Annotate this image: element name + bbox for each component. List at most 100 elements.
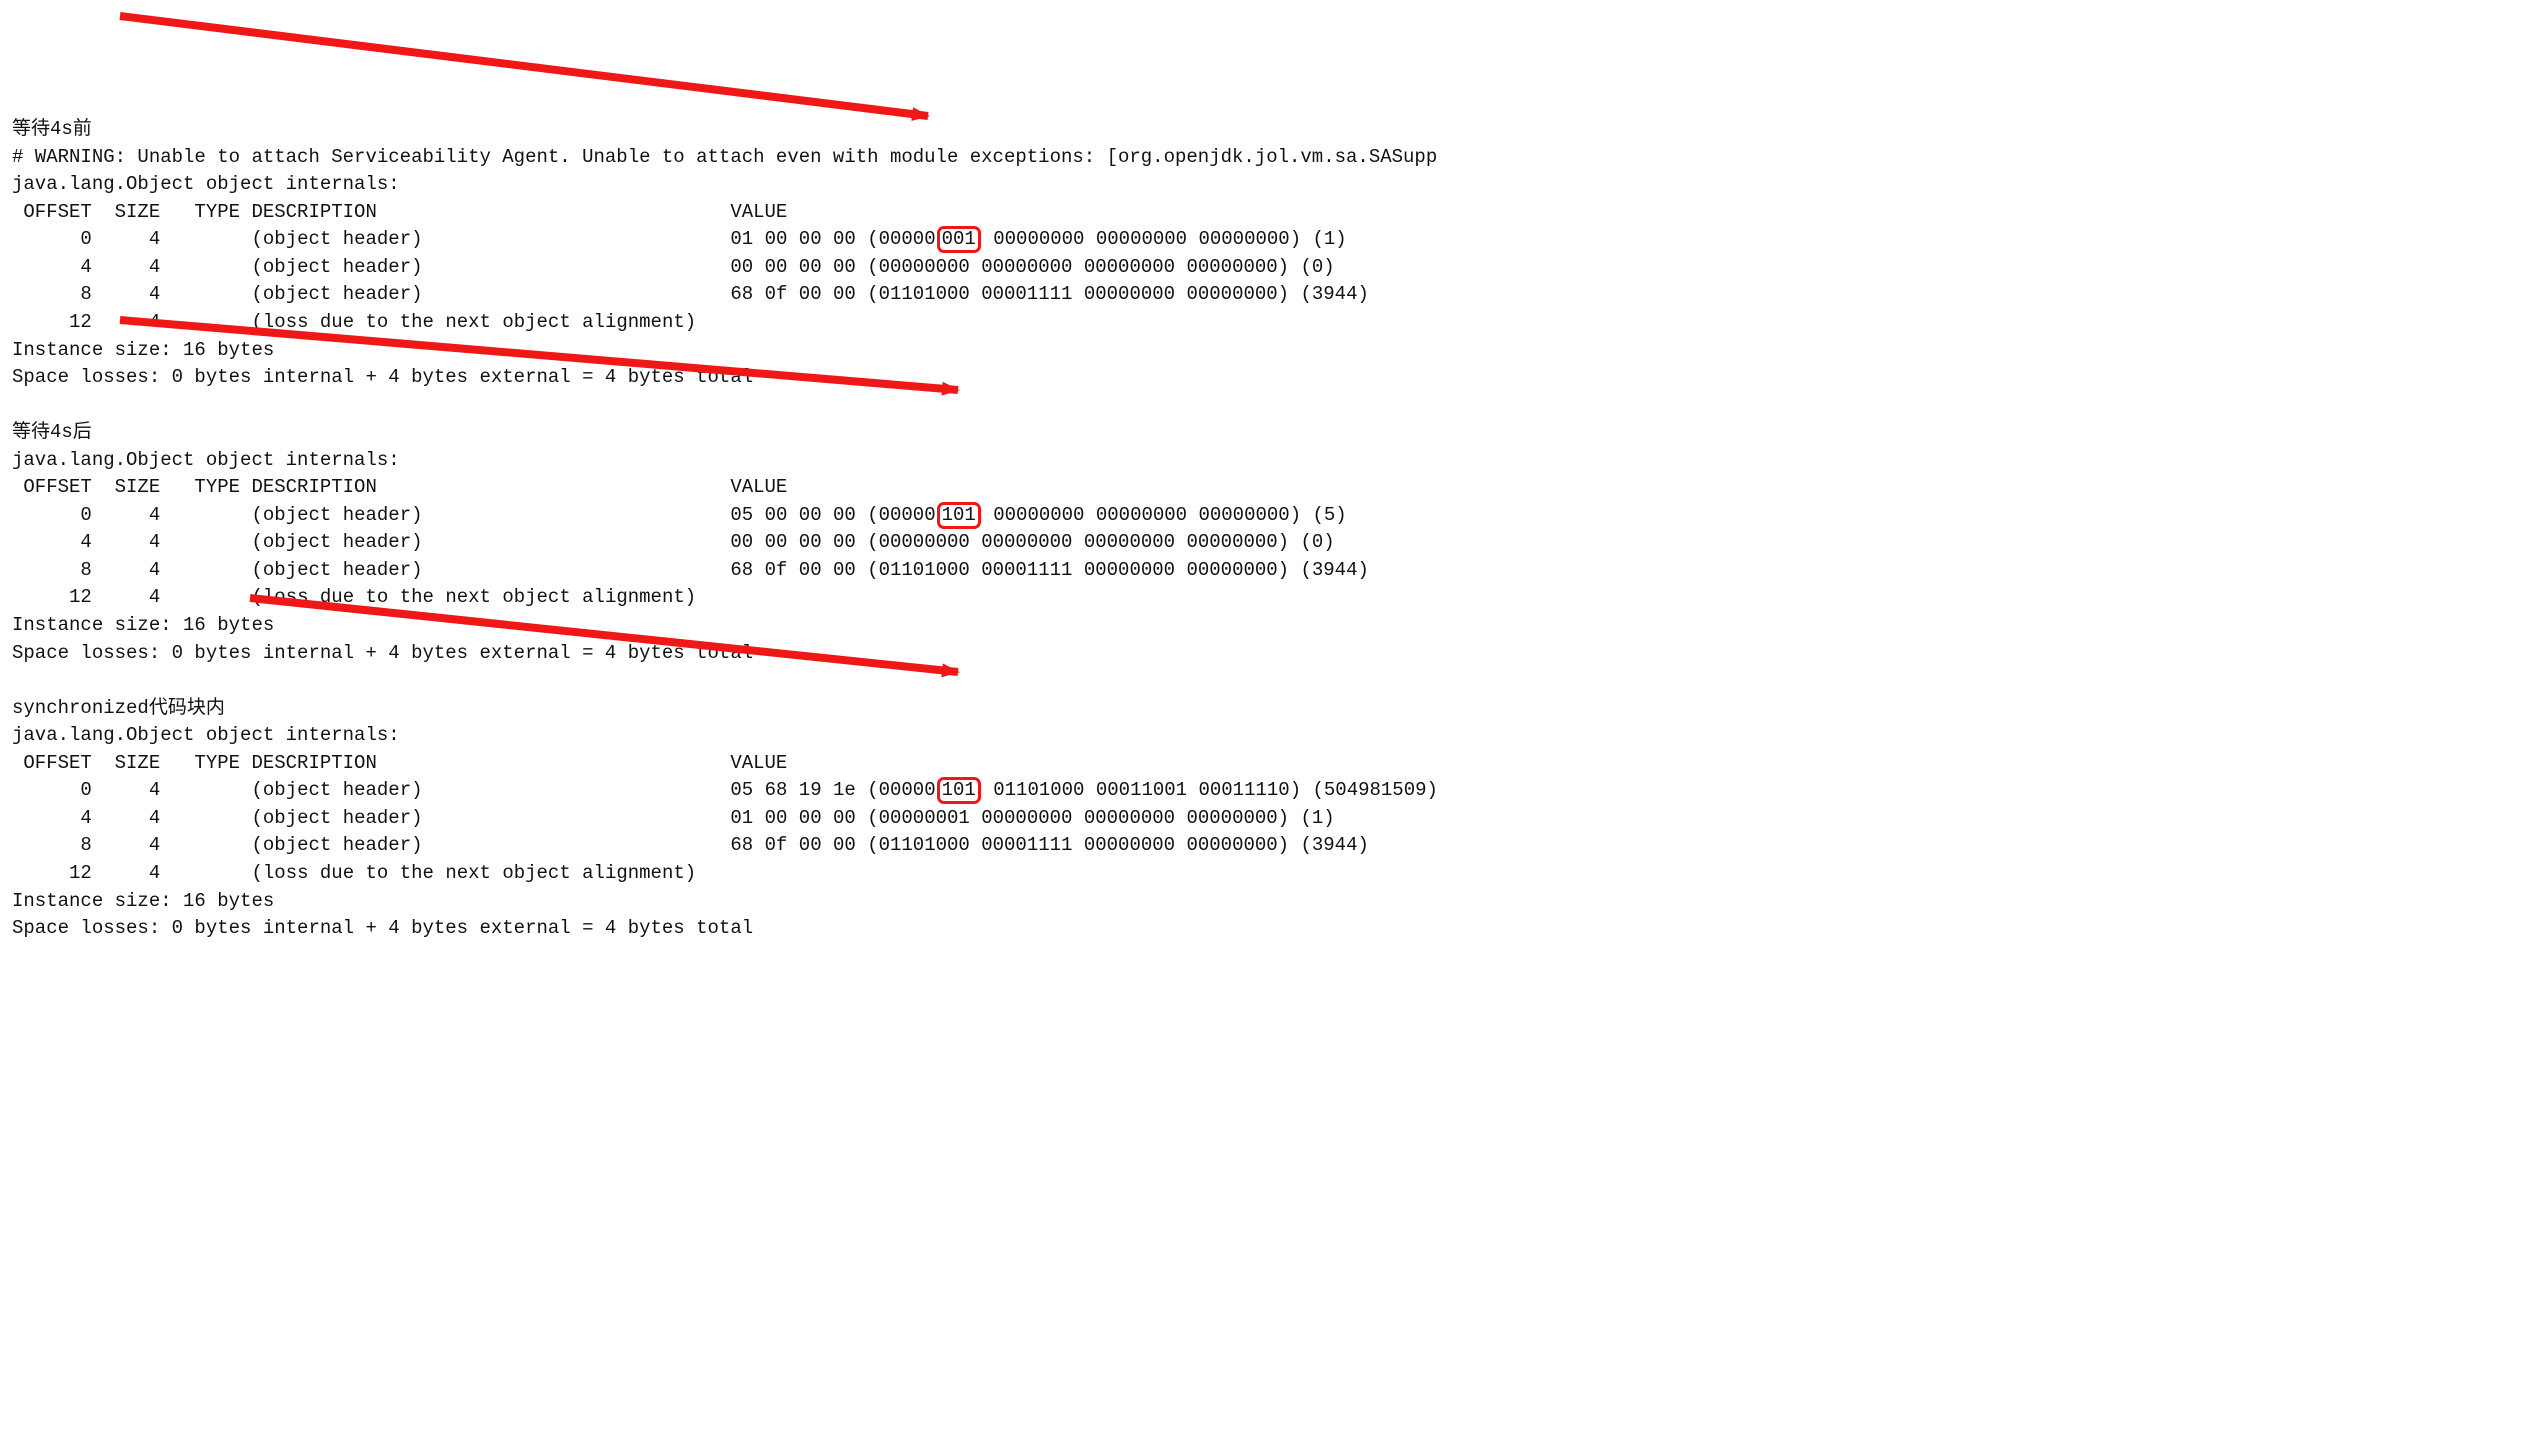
col-size: 4 — [92, 283, 160, 305]
data-row: 12 4 (loss due to the next object alignm… — [12, 584, 2516, 612]
space-losses-line: Space losses: 0 bytes internal + 4 bytes… — [12, 915, 2516, 943]
col-hex: 05 68 19 1e — [730, 779, 867, 801]
col-desc: (object header) — [251, 559, 730, 581]
internals-header-line: java.lang.Object object internals: — [12, 722, 2516, 750]
col-bin-pre: (00000001 00000000 00000000 00000000) (1… — [867, 807, 1334, 829]
col-size: 4 — [92, 834, 160, 856]
col-offset: 0 — [12, 779, 92, 801]
data-row: 12 4 (loss due to the next object alignm… — [12, 860, 2516, 888]
data-row: 8 4 (object header) 68 0f 00 00 (0110100… — [12, 557, 2516, 585]
section-label-line: 等待4s后 — [12, 419, 2516, 447]
spacer — [12, 392, 2516, 420]
space-losses: Space losses: 0 bytes internal + 4 bytes… — [12, 917, 753, 939]
col-offset: 0 — [12, 504, 92, 526]
col-bin-pre: (01101000 00001111 00000000 00000000) (3… — [867, 559, 1369, 581]
col-desc: (object header) — [251, 228, 730, 250]
data-row: 8 4 (object header) 68 0f 00 00 (0110100… — [12, 832, 2516, 860]
col-offset: 4 — [12, 531, 92, 553]
col-desc: (object header) — [251, 504, 730, 526]
data-row: 0 4 (object header) 05 68 19 1e (0000010… — [12, 777, 2516, 805]
columns-header: OFFSET SIZE TYPE DESCRIPTION VALUE — [12, 752, 787, 774]
col-offset: 8 — [12, 834, 92, 856]
bits-highlight: 001 — [937, 226, 981, 253]
col-offset: 4 — [12, 807, 92, 829]
spacer — [12, 667, 2516, 695]
data-row: 4 4 (object header) 00 00 00 00 (0000000… — [12, 254, 2516, 282]
instance-size: Instance size: 16 bytes — [12, 339, 274, 361]
col-size: 4 — [92, 256, 160, 278]
col-hex: 68 0f 00 00 — [730, 283, 867, 305]
data-row: 0 4 (object header) 05 00 00 00 (0000010… — [12, 502, 2516, 530]
col-type — [160, 531, 240, 553]
col-desc: (object header) — [251, 779, 730, 801]
col-size: 4 — [92, 228, 160, 250]
warning-line: # WARNING: Unable to attach Serviceabili… — [12, 144, 2516, 172]
col-size: 4 — [92, 586, 160, 608]
col-desc: (object header) — [251, 256, 730, 278]
section-label-line: synchronized代码块内 — [12, 695, 2516, 723]
col-bin-pre: (00000 — [867, 504, 935, 526]
col-bin-pre: (01101000 00001111 00000000 00000000) (3… — [867, 283, 1369, 305]
col-hex: 00 00 00 00 — [730, 531, 867, 553]
bits-highlight: 101 — [937, 777, 981, 804]
col-bin-pre: (00000000 00000000 00000000 00000000) (0… — [867, 256, 1334, 278]
columns-header: OFFSET SIZE TYPE DESCRIPTION VALUE — [12, 476, 787, 498]
col-size: 4 — [92, 559, 160, 581]
col-size: 4 — [92, 862, 160, 884]
col-hex: 05 00 00 00 — [730, 504, 867, 526]
col-type — [160, 228, 240, 250]
col-offset: 12 — [12, 586, 92, 608]
instance-size-line: Instance size: 16 bytes — [12, 337, 2516, 365]
internals-header-line: java.lang.Object object internals: — [12, 447, 2516, 475]
col-type — [160, 862, 240, 884]
columns-header: OFFSET SIZE TYPE DESCRIPTION VALUE — [12, 201, 787, 223]
col-bin-pre: (01101000 00001111 00000000 00000000) (3… — [867, 834, 1369, 856]
col-size: 4 — [92, 807, 160, 829]
section-label: 等待4s后 — [12, 421, 92, 443]
instance-size: Instance size: 16 bytes — [12, 890, 274, 912]
col-offset: 12 — [12, 311, 92, 333]
col-size: 4 — [92, 311, 160, 333]
internals-header: java.lang.Object object internals: — [12, 173, 400, 195]
col-type — [160, 504, 240, 526]
space-losses-line: Space losses: 0 bytes internal + 4 bytes… — [12, 364, 2516, 392]
output-container: 等待4s前 # WARNING: Unable to attach Service… — [12, 116, 2516, 942]
col-type — [160, 311, 240, 333]
columns-header-line: OFFSET SIZE TYPE DESCRIPTION VALUE — [12, 750, 2516, 778]
col-offset: 12 — [12, 862, 92, 884]
section-label: synchronized代码块内 — [12, 697, 225, 719]
bits-highlight: 101 — [937, 502, 981, 529]
col-type — [160, 256, 240, 278]
col-desc: (object header) — [251, 283, 730, 305]
col-type — [160, 834, 240, 856]
col-offset: 8 — [12, 283, 92, 305]
section-label: 等待4s前 — [12, 118, 92, 140]
space-losses: Space losses: 0 bytes internal + 4 bytes… — [12, 642, 753, 664]
col-bin-post: 00000000 00000000 00000000) (1) — [982, 228, 1347, 250]
col-size: 4 — [92, 504, 160, 526]
col-offset: 4 — [12, 256, 92, 278]
instance-size: Instance size: 16 bytes — [12, 614, 274, 636]
col-desc: (object header) — [251, 834, 730, 856]
space-losses-line: Space losses: 0 bytes internal + 4 bytes… — [12, 640, 2516, 668]
col-desc: (loss due to the next object alignment) — [251, 586, 696, 608]
col-hex: 00 00 00 00 — [730, 256, 867, 278]
col-type — [160, 586, 240, 608]
data-row: 8 4 (object header) 68 0f 00 00 (0110100… — [12, 281, 2516, 309]
columns-header-line: OFFSET SIZE TYPE DESCRIPTION VALUE — [12, 199, 2516, 227]
data-row: 4 4 (object header) 01 00 00 00 (0000000… — [12, 805, 2516, 833]
instance-size-line: Instance size: 16 bytes — [12, 612, 2516, 640]
col-offset: 0 — [12, 228, 92, 250]
col-type — [160, 559, 240, 581]
internals-header: java.lang.Object object internals: — [12, 449, 400, 471]
col-bin-pre: (00000000 00000000 00000000 00000000) (0… — [867, 531, 1334, 553]
col-desc: (object header) — [251, 807, 730, 829]
col-offset: 8 — [12, 559, 92, 581]
col-type — [160, 779, 240, 801]
col-bin-post: 00000000 00000000 00000000) (5) — [982, 504, 1347, 526]
col-hex: 01 00 00 00 — [730, 807, 867, 829]
data-row: 0 4 (object header) 01 00 00 00 (0000000… — [12, 226, 2516, 254]
col-type — [160, 807, 240, 829]
col-desc: (loss due to the next object alignment) — [251, 862, 696, 884]
col-type — [160, 283, 240, 305]
